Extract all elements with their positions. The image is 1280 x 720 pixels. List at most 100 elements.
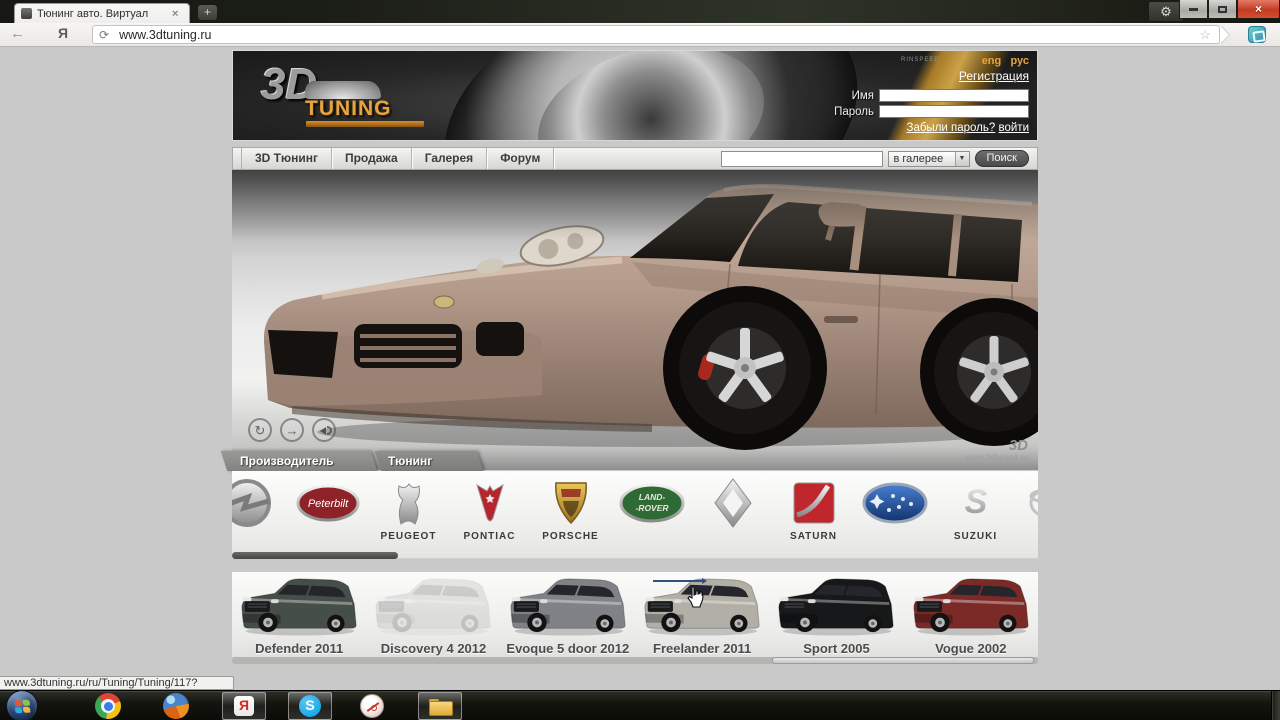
chevron-down-icon[interactable]: ▼ xyxy=(955,152,969,166)
brand-logo-subaru[interactable] xyxy=(854,475,935,545)
brand-carousel-scrollbar[interactable] xyxy=(232,552,398,559)
forward-arrow-icon[interactable]: → xyxy=(280,418,304,442)
lang-rus-link[interactable]: рус xyxy=(1010,55,1029,67)
taskbar-skype-icon[interactable]: S xyxy=(288,692,332,720)
brand-logo-opel[interactable] xyxy=(232,475,287,545)
brand-carousel[interactable]: Peterbilt PEUGEOT PONT xyxy=(232,471,1038,559)
forgot-password-link[interactable]: Забыли пароль? xyxy=(907,122,996,134)
close-button[interactable]: × xyxy=(1237,0,1280,19)
logo-tuning-text: TUNING xyxy=(305,97,392,121)
brand-wordmark: SUZUKI xyxy=(954,531,997,542)
name-field[interactable] xyxy=(879,89,1029,102)
brand-wordmark: SATURN xyxy=(790,531,837,542)
nav-forum[interactable]: Форум xyxy=(487,148,554,169)
scrollbar-thumb[interactable] xyxy=(772,657,1034,664)
site-header: RINSPEED 3D TUNING eng рус Регистрация И… xyxy=(232,50,1038,141)
start-button[interactable] xyxy=(6,690,38,720)
taskbar-recorder-icon[interactable] xyxy=(352,691,392,720)
brand-logo-toyota[interactable]: TO xyxy=(1016,475,1038,545)
status-bar: www.3dtuning.ru/ru/Tuning/Tuning/117?Mod… xyxy=(0,676,234,690)
model-label: Evoque 5 door 2012 xyxy=(501,641,635,656)
tab-manufacturer-label[interactable]: Производитель xyxy=(240,454,334,468)
model-defender[interactable]: Defender 2011 xyxy=(232,572,366,657)
model-carousel: Defender 2011 Discovery 4 2012 Evoque 5 … xyxy=(232,572,1038,657)
minimize-icon xyxy=(1189,8,1198,11)
svg-text:Peterbilt: Peterbilt xyxy=(307,498,348,510)
svg-text:-ROVER: -ROVER xyxy=(635,503,669,513)
window-controls: × xyxy=(1179,0,1280,19)
password-field[interactable] xyxy=(879,105,1029,118)
nav-3d-tuning[interactable]: 3D Тюнинг xyxy=(241,148,332,169)
search-button[interactable]: Поиск xyxy=(975,150,1029,167)
loading-indicator xyxy=(653,580,703,582)
model-label: Vogue 2002 xyxy=(904,641,1038,656)
page-body: RINSPEED 3D TUNING eng рус Регистрация И… xyxy=(0,47,1280,690)
login-link[interactable]: войти xyxy=(999,122,1030,134)
nav-prodazha[interactable]: Продажа xyxy=(332,148,412,169)
brand-wordmark: PEUGEOT xyxy=(381,531,437,542)
viewer-controls: ↻ → xyxy=(248,418,336,442)
tab-tuning-label[interactable]: Тюнинг xyxy=(388,454,432,468)
refresh-icon[interactable]: ⟳ xyxy=(99,28,109,42)
maximize-button[interactable] xyxy=(1208,0,1237,19)
brand-logo-porsche[interactable]: PORSCHE xyxy=(530,475,611,545)
tab-close-icon[interactable]: × xyxy=(172,8,178,20)
model-freelander[interactable]: Freelander 2011 xyxy=(635,572,769,657)
browser-tab[interactable]: Тюнинг авто. Виртуал × xyxy=(14,3,190,23)
name-label: Имя xyxy=(852,90,874,102)
nav-galereya[interactable]: Галерея xyxy=(412,148,487,169)
minimize-button[interactable] xyxy=(1179,0,1208,19)
taskbar-chrome-icon[interactable] xyxy=(88,691,128,720)
taskbar: Я S 13:46 03.06.2013 xyxy=(0,690,1280,720)
screenshot-icon[interactable] xyxy=(1248,26,1266,43)
address-bar[interactable]: ⟳ www.3dtuning.ru ☆ xyxy=(92,25,1220,44)
search-scope-select[interactable]: в галерее ▼ xyxy=(888,151,970,167)
brand-logo-renault[interactable] xyxy=(692,475,773,545)
close-icon: × xyxy=(1255,2,1262,16)
browser-toolbar: ← Я ⟳ www.3dtuning.ru ☆ xyxy=(0,23,1280,47)
site-logo[interactable]: 3D TUNING xyxy=(261,65,317,105)
model-vogue[interactable]: Vogue 2002 xyxy=(904,572,1038,657)
model-evoque[interactable]: Evoque 5 door 2012 xyxy=(501,572,635,657)
model-sport[interactable]: Sport 2005 xyxy=(769,572,903,657)
model-carousel-scrollbar[interactable] xyxy=(232,657,1038,664)
lang-eng-link[interactable]: eng xyxy=(982,55,1002,67)
browser-tab-bar: Тюнинг авто. Виртуал × + ⚙ × xyxy=(0,0,1280,23)
auth-panel: eng рус Регистрация Имя Пароль Забыли па… xyxy=(834,55,1029,134)
car-viewer[interactable]: ↻ → 3D www.3dtuning.ru xyxy=(232,170,1038,470)
car-3d-render[interactable] xyxy=(232,170,1038,470)
password-label: Пароль xyxy=(834,106,874,118)
register-link[interactable]: Регистрация xyxy=(959,69,1029,83)
taskbar-yandex-browser-icon[interactable]: Я xyxy=(222,692,266,720)
yandex-menu-button[interactable]: Я xyxy=(58,25,68,41)
model-label: Freelander 2011 xyxy=(635,641,769,656)
brand-wordmark: PONTIAC xyxy=(464,531,516,542)
model-discovery[interactable]: Discovery 4 2012 xyxy=(366,572,500,657)
brand-logo-saturn[interactable]: SATURN xyxy=(773,475,854,545)
url-text[interactable]: www.3dtuning.ru xyxy=(119,28,1199,42)
brand-logo-land-rover[interactable]: LAND- -ROVER xyxy=(611,475,692,545)
alloy-wheel-image xyxy=(416,50,886,141)
new-tab-button[interactable]: + xyxy=(198,5,217,20)
bookmark-star-icon[interactable]: ☆ xyxy=(1199,27,1211,43)
show-desktop-button[interactable] xyxy=(1271,691,1280,720)
model-label: Discovery 4 2012 xyxy=(366,641,500,656)
logo-underline-bar xyxy=(306,121,424,127)
rotate-icon[interactable]: ↻ xyxy=(248,418,272,442)
windows-flag-icon xyxy=(15,700,31,714)
brand-logo-pontiac[interactable]: PONTIAC xyxy=(449,475,530,545)
tab-favicon xyxy=(21,8,32,19)
sound-icon[interactable] xyxy=(312,418,336,442)
brand-logo-peugeot[interactable]: PEUGEOT xyxy=(368,475,449,545)
back-button[interactable]: ← xyxy=(10,25,25,42)
brand-logo-peterbilt[interactable]: Peterbilt xyxy=(287,475,368,545)
search-scope-value: в галерее xyxy=(894,153,944,165)
taskbar-explorer-icon[interactable] xyxy=(418,692,462,720)
desktop-screen: Тюнинг авто. Виртуал × + ⚙ × ← Я ⟳ www.3… xyxy=(0,0,1280,720)
brand-wordmark: PORSCHE xyxy=(542,531,598,542)
taskbar-firefox-icon[interactable] xyxy=(156,691,196,720)
search-input[interactable] xyxy=(721,151,883,167)
brand-logo-suzuki[interactable]: S SUZUKI xyxy=(935,475,1016,545)
search-area: в галерее ▼ Поиск xyxy=(721,150,1037,167)
tab-title: Тюнинг авто. Виртуал xyxy=(37,8,167,20)
